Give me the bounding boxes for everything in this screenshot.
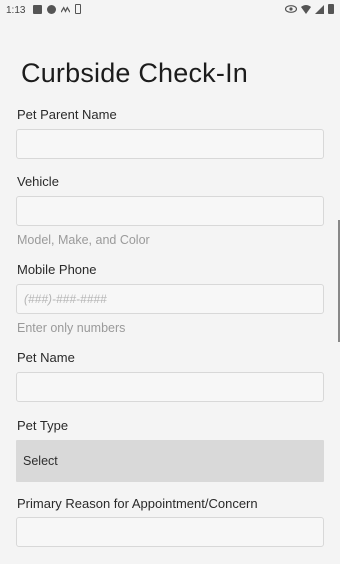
pet-type-selected-value: Select <box>23 454 58 468</box>
pet-name-label: Pet Name <box>17 350 75 365</box>
pet-parent-name-label: Pet Parent Name <box>17 107 117 122</box>
status-time: 1:13 <box>6 5 26 16</box>
battery-outline-icon <box>75 4 81 14</box>
circle-app-icon <box>47 4 56 14</box>
vehicle-label: Vehicle <box>17 174 59 189</box>
status-right-icons <box>285 4 334 14</box>
pet-name-input[interactable] <box>16 372 324 402</box>
signal-icon <box>315 4 324 14</box>
pet-parent-name-input[interactable] <box>16 129 324 159</box>
notification-square-icon <box>33 4 42 14</box>
pet-type-label: Pet Type <box>17 418 69 433</box>
wifi-icon <box>301 4 311 14</box>
page-title: Curbside Check-In <box>21 58 248 88</box>
wave-icon <box>61 5 70 13</box>
mobile-phone-input[interactable] <box>16 284 324 314</box>
mobile-phone-helper-text: Enter only numbers <box>17 321 126 335</box>
reason-label: Primary Reason for Appointment/Concern <box>17 496 258 511</box>
pet-type-select[interactable]: Select <box>16 440 324 482</box>
vehicle-helper-text: Model, Make, and Color <box>17 233 150 247</box>
status-bar: 1:13 <box>0 0 340 22</box>
battery-icon <box>328 4 334 14</box>
mobile-phone-label: Mobile Phone <box>17 262 97 277</box>
eye-icon <box>285 5 297 13</box>
vehicle-input[interactable] <box>16 196 324 226</box>
status-left-icons <box>33 4 81 14</box>
reason-input[interactable] <box>16 517 324 547</box>
